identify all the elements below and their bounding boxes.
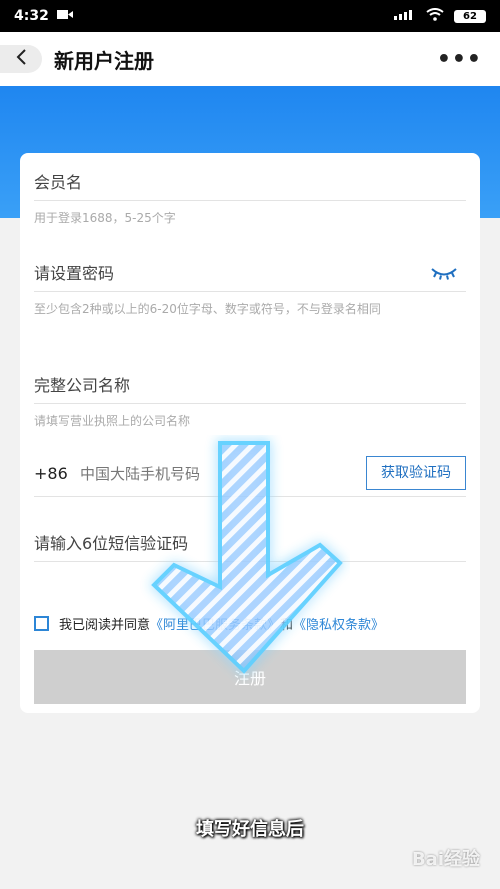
phone-input[interactable]: 中国大陆手机号码 xyxy=(80,463,366,484)
sms-code-field[interactable]: 请输入6位短信验证码 xyxy=(34,526,466,562)
member-name-hint: 用于登录1688，5-25个字 xyxy=(34,211,176,225)
terms-link[interactable]: 《阿里巴巴服务条款》 xyxy=(150,614,280,633)
status-time: 4:32 xyxy=(14,8,49,24)
password-hint: 至少包含2种或以上的6-20位字母、数字或符号，不与登录名相同 xyxy=(34,302,381,316)
member-name-field[interactable]: 会员名 用于登录1688，5-25个字 xyxy=(34,165,466,228)
privacy-link[interactable]: 《隐私权条款》 xyxy=(293,614,384,633)
video-caption: 填写好信息后 xyxy=(196,819,304,840)
agreement-text: 我已阅读并同意 xyxy=(59,618,151,633)
signal-icon xyxy=(394,8,416,24)
eye-closed-icon[interactable] xyxy=(430,264,458,286)
registration-card: 会员名 用于登录1688，5-25个字 请设置密码 至少包含2种或以上的6-20… xyxy=(20,153,480,713)
video-record-icon xyxy=(56,8,73,24)
more-options-button[interactable]: ••• xyxy=(437,47,482,72)
company-input[interactable]: 完整公司名称 xyxy=(34,368,466,404)
company-hint: 请填写营业执照上的公司名称 xyxy=(34,414,191,428)
country-code[interactable]: +86 xyxy=(34,464,80,483)
chevron-left-icon xyxy=(15,48,27,70)
page-title: 新用户注册 xyxy=(54,48,154,73)
agreement-checkbox[interactable] xyxy=(34,616,49,631)
battery-icon: 62 xyxy=(454,9,486,23)
back-button[interactable] xyxy=(0,45,42,73)
company-field[interactable]: 完整公司名称 请填写营业执照上的公司名称 xyxy=(34,368,466,431)
member-name-input[interactable]: 会员名 xyxy=(34,165,466,201)
get-code-button[interactable]: 获取验证码 xyxy=(366,456,466,490)
register-button[interactable]: 注册 xyxy=(34,650,466,704)
agreement-and: 和 xyxy=(280,618,294,633)
phone-field: +86 中国大陆手机号码 获取验证码 xyxy=(34,450,466,497)
status-bar: 4:32 62 xyxy=(0,0,500,32)
baidu-jingyan-watermark: Bai经验 xyxy=(411,849,480,870)
wifi-icon xyxy=(426,7,444,25)
sms-code-input[interactable]: 请输入6位短信验证码 xyxy=(34,526,466,562)
nav-bar: 新用户注册 ••• xyxy=(0,32,500,86)
password-field[interactable]: 请设置密码 至少包含2种或以上的6-20位字母、数字或符号，不与登录名相同 xyxy=(34,256,466,319)
password-input[interactable]: 请设置密码 xyxy=(34,256,466,292)
agreement-row: 我已阅读并同意 《阿里巴巴服务条款》 和 《隐私权条款》 xyxy=(34,614,384,633)
